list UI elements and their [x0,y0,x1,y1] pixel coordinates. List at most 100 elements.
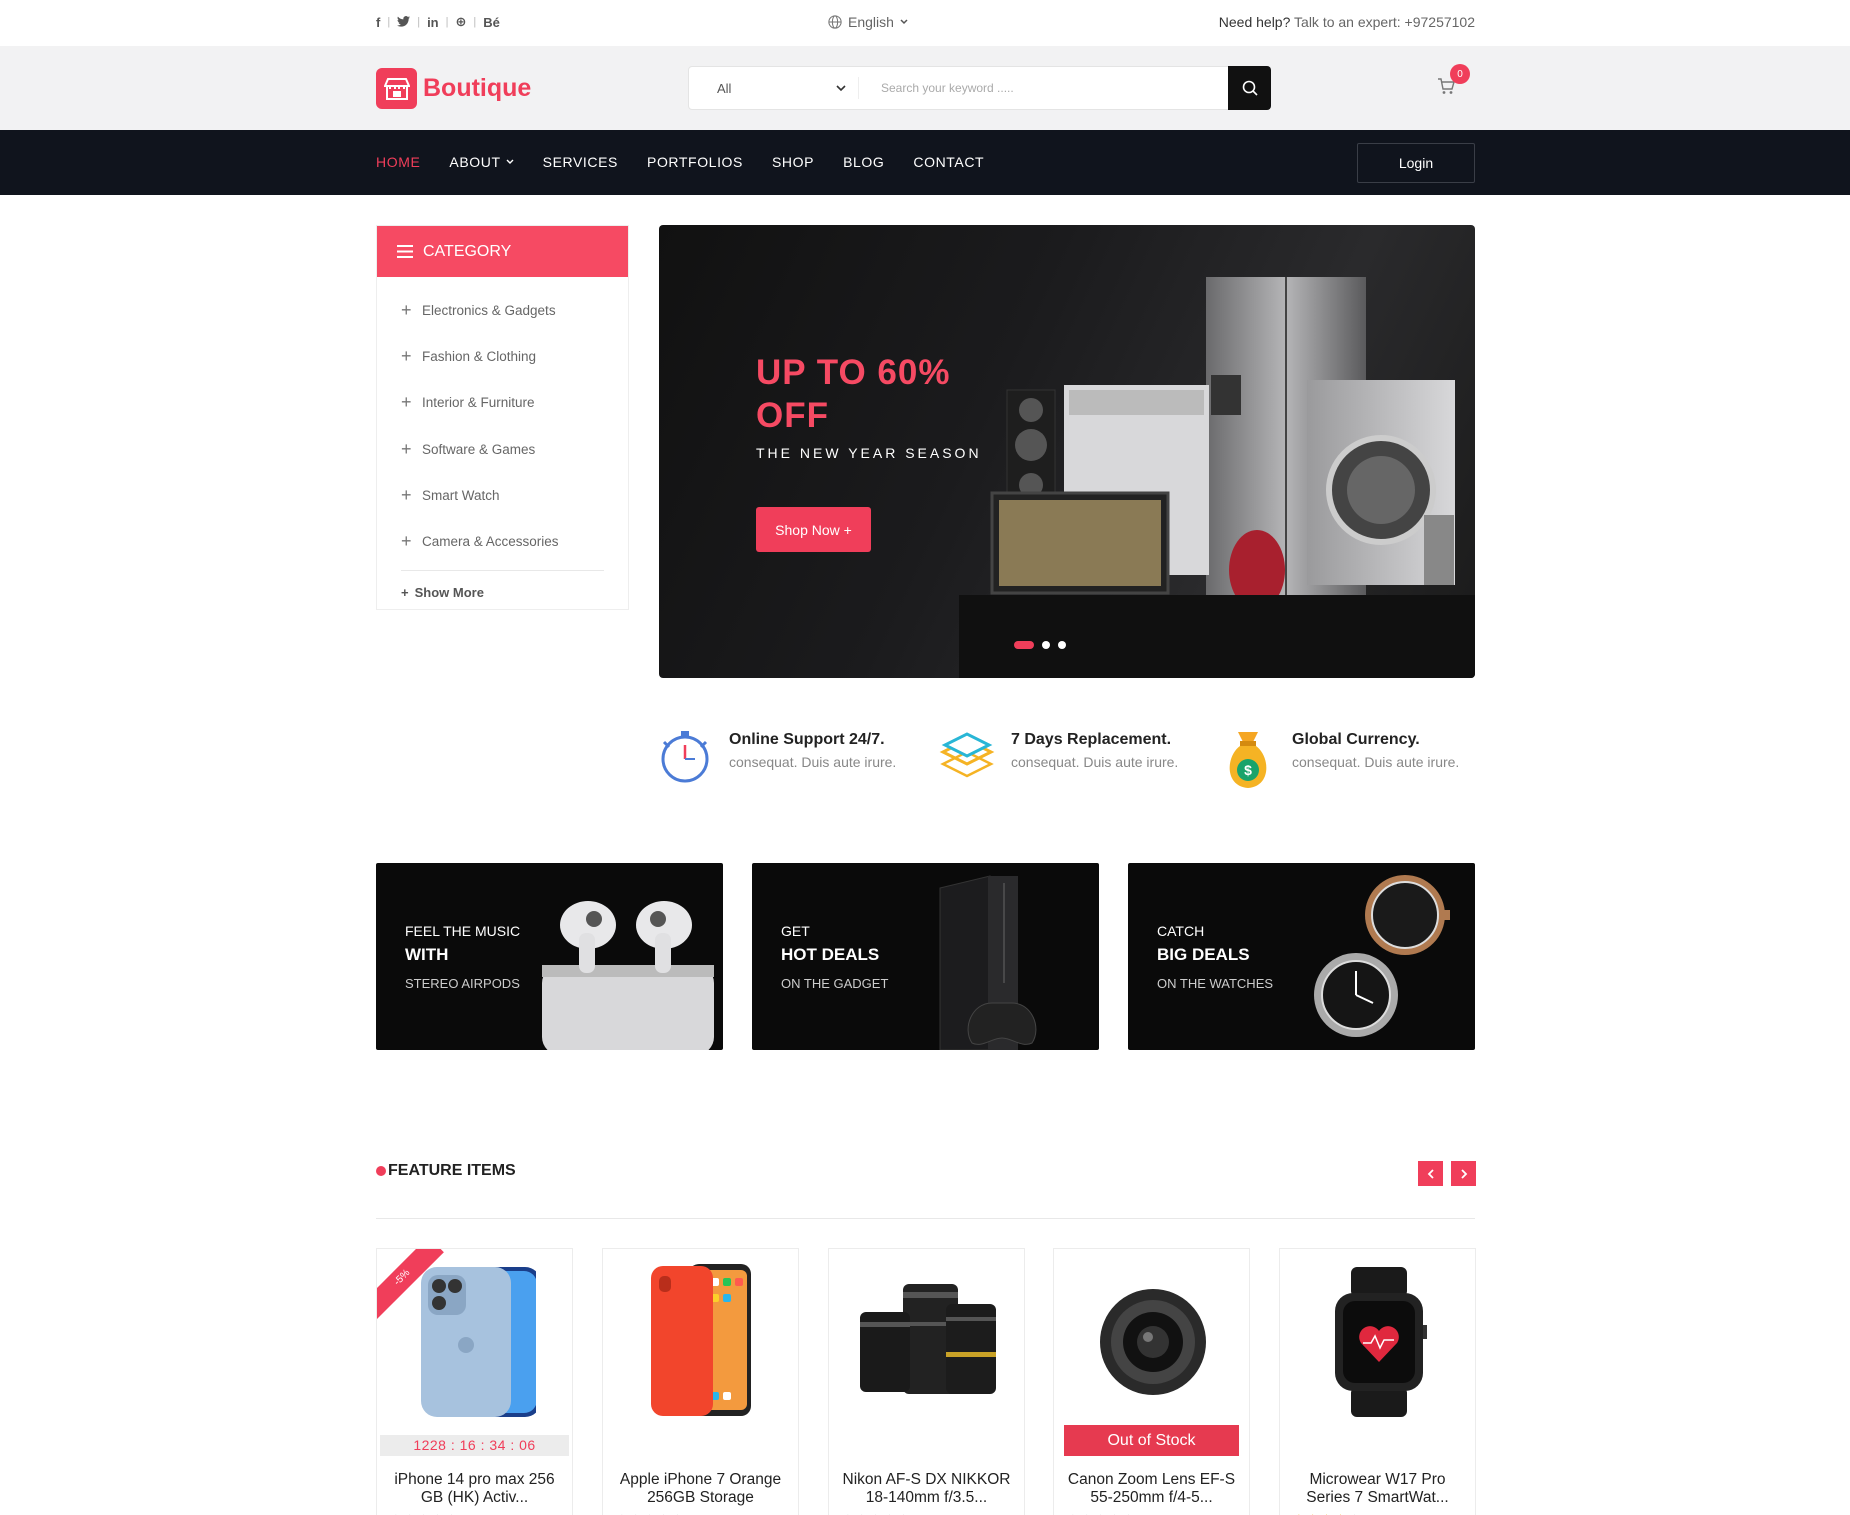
chevron-left-icon [1427,1168,1434,1179]
plus-icon: + [401,438,412,459]
promo-banner-airpods[interactable]: FEEL THE MUSIC WITH STEREO AIRPODS [376,863,723,1050]
cart-count-badge: 0 [1450,64,1470,84]
category-item-label: Camera & Accessories [422,534,559,550]
stopwatch-icon [661,731,709,783]
heading-dot [376,1166,386,1176]
category-item-label: Interior & Furniture [422,395,535,411]
shop-now-button[interactable]: Shop Now + [756,507,871,552]
help-contact: Need help? Talk to an expert: +97257102 [1219,14,1475,30]
plus-icon: + [401,299,412,320]
dribbble-icon[interactable]: ⊕ [448,14,473,30]
category-item[interactable]: + Camera & Accessories [401,518,604,564]
chevron-down-icon [900,19,908,25]
money-bag-icon: $ [1229,732,1267,788]
countdown-timer: 1228 : 16 : 34 : 06 [380,1435,569,1456]
plus-icon: + [401,345,412,366]
promo-banner-gadget[interactable]: GET HOT DEALS ON THE GADGET [752,863,1099,1050]
search-bar: All Search your keyword ..... [688,66,1271,110]
slider-dots [1014,641,1066,649]
product-name[interactable]: Nikon AF-S DX NIKKOR 18-140mm f/3.5... [835,1471,1018,1507]
svg-text:$: $ [1244,762,1252,778]
product-card[interactable]: Out of Stock Canon Zoom Lens EF-S 55-250… [1053,1248,1250,1515]
search-category-value: All [717,80,732,96]
promo-banner-watches[interactable]: CATCH BIG DEALS ON THE WATCHES [1128,863,1475,1050]
language-label: English [848,14,894,30]
show-more-label: Show More [414,584,484,600]
feature-items-title: FEATURE ITEMS [388,1162,516,1179]
nav-contact[interactable]: CONTACT [913,154,984,170]
language-selector[interactable]: English [828,14,908,30]
product-image [1054,1261,1249,1423]
nav-portfolios[interactable]: PORTFOLIOS [647,154,743,170]
behance-icon[interactable]: Bé [476,15,507,30]
search-button[interactable] [1228,66,1271,110]
feature-items-heading: FEATURE ITEMS [376,1162,516,1180]
category-item[interactable]: + Fashion & Clothing [401,333,604,379]
plus-icon: + [401,584,409,600]
feature-replacement: 7 Days Replacement. consequat. Duis aute… [939,728,1178,788]
category-item-label: Fashion & Clothing [422,348,537,364]
nav-about[interactable]: ABOUT [449,154,514,170]
category-header[interactable]: CATEGORY [377,226,628,277]
product-name[interactable]: iPhone 14 pro max 256 GB (HK) Activ... [383,1471,566,1507]
feature-subtitle: consequat. Duis aute irure. [1011,754,1179,770]
slider-dot[interactable] [1058,641,1066,649]
search-input[interactable]: Search your keyword ..... [859,81,1228,95]
nav-blog[interactable]: BLOG [843,154,884,170]
promo-line2: WITH [405,945,449,964]
next-arrow-button[interactable] [1451,1161,1476,1186]
cart-button[interactable]: 0 [1437,64,1470,100]
category-item[interactable]: + Electronics & Gadgets [401,287,604,333]
product-name[interactable]: Microwear W17 Pro Series 7 SmartWat... [1286,1471,1469,1507]
help-label: Need help? [1218,14,1291,30]
product-card[interactable]: -5% 1228 : 16 : 34 : 06 iPhone 14 pro ma… [376,1248,573,1515]
twitter-icon[interactable] [390,15,417,30]
social-links: f | | in | ⊕ | Bé [376,14,507,30]
product-name[interactable]: Canon Zoom Lens EF-S 55-250mm f/4-5... [1060,1471,1243,1507]
feature-title: 7 Days Replacement. [1011,731,1172,748]
slider-dot[interactable] [1042,641,1050,649]
product-card[interactable]: Apple iPhone 7 Orange 256GB Storage ★★★★… [602,1248,799,1515]
chevron-down-icon [836,84,846,91]
menu-icon [397,245,413,258]
product-card[interactable]: Microwear W17 Pro Series 7 SmartWat... ★… [1279,1248,1476,1515]
nav-shop[interactable]: SHOP [772,154,814,170]
nav-services[interactable]: SERVICES [543,154,618,170]
promo-line1: GET [781,923,810,939]
category-item[interactable]: + Software & Games [401,426,604,472]
layers-icon [939,732,995,778]
product-name[interactable]: Apple iPhone 7 Orange 256GB Storage [609,1471,792,1507]
header: Boutique All Search your keyword ..... 0 [0,46,1850,130]
feature-title: Global Currency. [1292,731,1420,748]
promo-line1: FEEL THE MUSIC [405,923,521,939]
search-category-select[interactable]: All [689,77,859,99]
logo[interactable]: Boutique [376,68,531,109]
help-phone[interactable]: Talk to an expert: +97257102 [1294,14,1475,30]
out-of-stock-badge: Out of Stock [1064,1425,1239,1456]
feature-online-support: Online Support 24/7. consequat. Duis aut… [657,728,896,784]
show-more-button[interactable]: + Show More [377,571,628,614]
chevron-down-icon [506,159,514,164]
nav-about-label: ABOUT [449,154,501,170]
shop-icon [376,68,417,109]
category-item-label: Electronics & Gadgets [422,302,556,318]
login-button[interactable]: Login [1357,143,1475,183]
hero-title-line2: OFF [756,396,829,435]
linkedin-icon[interactable]: in [420,15,446,30]
promo-line2: BIG DEALS [1157,945,1250,964]
feature-title: Online Support 24/7. [729,731,885,748]
category-item[interactable]: + Interior & Furniture [401,380,604,426]
nav-home[interactable]: HOME [376,154,420,170]
brand-name: Boutique [423,74,532,102]
product-card[interactable]: Nikon AF-S DX NIKKOR 18-140mm f/3.5... ★… [828,1248,1025,1515]
feature-subtitle: consequat. Duis aute irure. [729,754,897,770]
product-image [829,1261,1024,1423]
category-item[interactable]: + Smart Watch [401,472,604,518]
hero-title: UP TO 60% OFF [756,351,950,437]
plus-icon: + [401,392,412,413]
facebook-icon[interactable]: f [376,15,387,30]
slider-dot[interactable] [1014,641,1034,649]
prev-arrow-button[interactable] [1418,1161,1443,1186]
category-item-label: Software & Games [422,441,536,457]
hero-title-line1: UP TO 60% [756,353,951,392]
